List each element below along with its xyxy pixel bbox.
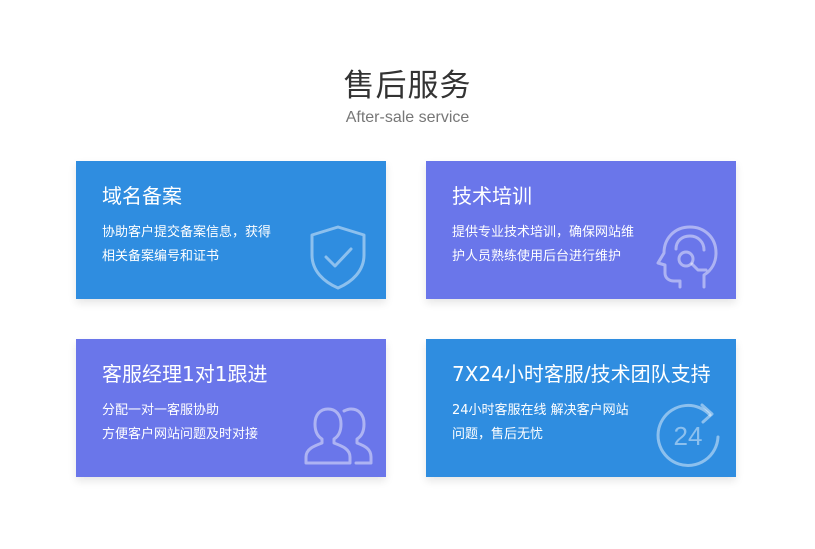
- card-title: 技术培训: [452, 184, 532, 208]
- card-description: 协助客户提交备案信息，获得 相关备案编号和证书: [102, 221, 302, 269]
- shield-check-icon: [302, 221, 374, 293]
- card-title: 域名备案: [102, 184, 182, 208]
- card-description-line: 提供专业技术培训，确保网站维: [452, 225, 635, 240]
- card-description: 24小时客服在线 解决客户网站 问题，售后无忧: [452, 399, 652, 447]
- after-sale-service-section: 售后服务 After-sale service 域名备案 协助客户提交备案信息，…: [0, 0, 815, 549]
- card-description: 分配一对一客服协助 方便客户网站问题及时对接: [102, 399, 302, 447]
- card-description-line: 相关备案编号和证书: [102, 249, 220, 264]
- card-description-line: 24小时客服在线 解决客户网站: [452, 403, 629, 418]
- card-description-line: 问题，售后无忧: [452, 427, 544, 442]
- card-description-line: 协助客户提交备案信息，获得: [102, 225, 272, 240]
- service-card-tech-training[interactable]: 技术培训 提供专业技术培训，确保网站维 护人员熟练使用后台进行维护: [426, 161, 736, 299]
- 24-hour-icon: 24: [652, 399, 724, 471]
- service-card-domain-filing[interactable]: 域名备案 协助客户提交备案信息，获得 相关备案编号和证书: [76, 161, 386, 299]
- section-title: 售后服务: [343, 68, 472, 104]
- card-title: 客服经理1对1跟进: [102, 362, 268, 386]
- section-header: 售后服务 After-sale service: [0, 66, 815, 128]
- card-description: 提供专业技术培训，确保网站维 护人员熟练使用后台进行维护: [452, 221, 652, 269]
- headset-support-icon: [652, 221, 724, 293]
- users-icon: [302, 399, 374, 471]
- service-card-24h-support[interactable]: 7X24小时客服/技术团队支持 24小时客服在线 解决客户网站 问题，售后无忧 …: [426, 339, 736, 477]
- card-description-line: 分配一对一客服协助: [102, 403, 220, 418]
- service-card-account-manager[interactable]: 客服经理1对1跟进 分配一对一客服协助 方便客户网站问题及时对接: [76, 339, 386, 477]
- card-description-line: 方便客户网站问题及时对接: [102, 427, 259, 442]
- card-description-line: 护人员熟练使用后台进行维护: [452, 249, 622, 264]
- section-subtitle: After-sale service: [345, 109, 470, 126]
- 24-hour-icon-text: 24: [674, 421, 703, 451]
- card-title: 7X24小时客服/技术团队支持: [452, 362, 711, 386]
